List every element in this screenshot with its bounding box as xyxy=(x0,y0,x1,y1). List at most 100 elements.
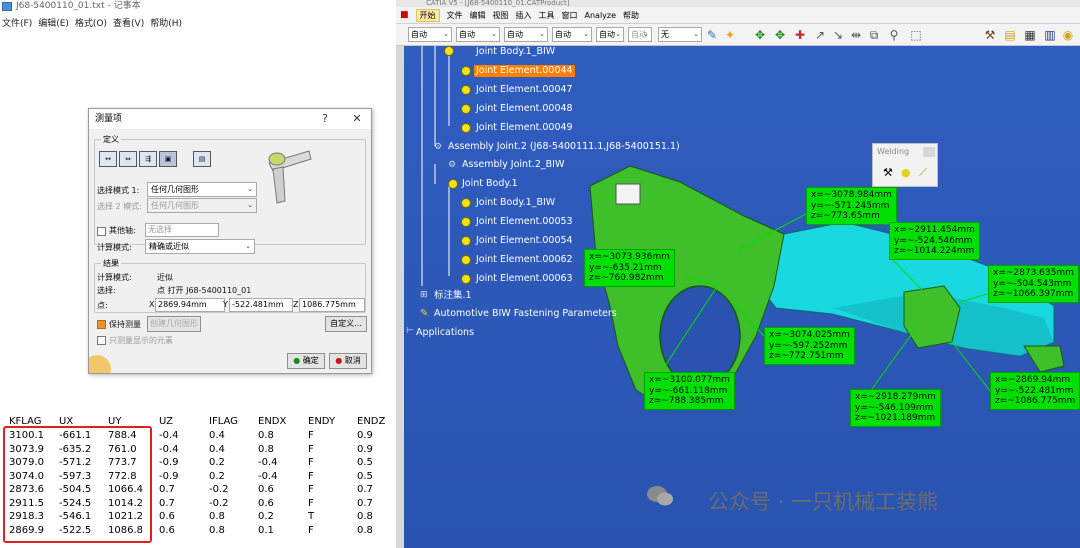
left-scroll-strip[interactable] xyxy=(396,46,404,548)
measure-between-icon[interactable]: ↘ xyxy=(830,27,846,43)
tree-item-joint-element-00054[interactable]: Joint Element.00054 xyxy=(476,235,573,247)
measure-inertia-icon[interactable]: ⧉ xyxy=(866,27,882,43)
column-header: UZ xyxy=(159,416,173,427)
tree-item-joint-element-00063[interactable]: Joint Element.00063 xyxy=(476,273,573,285)
sphere-decoration-icon xyxy=(89,355,111,373)
menu-tools[interactable]: 工具 xyxy=(539,10,555,21)
knowledge-icon[interactable]: ◉ xyxy=(1060,27,1076,43)
weld-point-icon[interactable]: ● xyxy=(901,167,911,179)
weld-line-icon[interactable]: ⟋ xyxy=(919,167,927,179)
measure-thickness-icon[interactable]: ▤ xyxy=(193,151,211,167)
rendering-dropdown[interactable]: 自动 ⌄ xyxy=(628,27,652,42)
paintbrush-icon[interactable]: ✎ xyxy=(704,27,720,43)
create-geometry-button[interactable]: 创建几何图形 xyxy=(147,316,201,332)
table-cell: 0.8 xyxy=(357,511,373,523)
menu-edit[interactable]: 编辑 xyxy=(470,10,486,21)
menu-view[interactable]: 视图 xyxy=(493,10,509,21)
menu-help[interactable]: 帮助(H) xyxy=(150,16,182,29)
y-coordinate-field[interactable]: -522.481mm xyxy=(229,298,293,312)
weld-tool-icon[interactable]: ⚒ xyxy=(883,167,893,179)
coordinate-callout[interactable]: x=~2911.454mm y=~-524.546mm z=~1014.224m… xyxy=(889,222,980,260)
tree-item-assembly-joint-2-biw[interactable]: Assembly Joint.2_BIW xyxy=(462,159,564,171)
catalog-icon[interactable]: ▤ xyxy=(1002,27,1018,43)
menu-edit[interactable]: 编辑(E) xyxy=(38,16,69,29)
format-painter-icon[interactable]: ✦ xyxy=(722,27,738,43)
line-thickness-dropdown[interactable]: 自动 ⌄ xyxy=(504,27,548,42)
coordinate-callout[interactable]: x=~2873.635mm y=~-504.543mm z=~1066.397m… xyxy=(988,265,1079,303)
tree-item-joint-element-00044[interactable]: Joint Element.00044 xyxy=(474,65,575,77)
coordinate-callout[interactable]: x=~3078.984mm y=~-571.245mm z=~773.65mm xyxy=(806,187,897,225)
menu-format[interactable]: 格式(O) xyxy=(75,16,107,29)
normal-view-icon[interactable]: ↗ xyxy=(812,27,828,43)
coordinate-callout[interactable]: x=~3073.936mm y=~-635.21mm z=~760.982mm xyxy=(584,249,675,287)
constraint-icon[interactable]: ⚲ xyxy=(886,27,902,43)
welding-close-icon[interactable] xyxy=(923,147,935,157)
zoom-icon[interactable]: ✚ xyxy=(792,27,808,43)
close-button[interactable]: ✕ xyxy=(347,109,367,129)
measure-item-icon[interactable]: ⇹ xyxy=(848,27,864,43)
keep-measure-checkbox[interactable] xyxy=(97,320,106,329)
measure-between-icon[interactable]: ↔ xyxy=(99,151,117,167)
menu-analyze[interactable]: Analyze xyxy=(585,11,617,20)
table-cell: 0.6 xyxy=(258,484,274,496)
coordinate-callout[interactable]: x=~2918.279mm y=~-546.109mm z=~1021.189m… xyxy=(850,389,941,427)
tree-item-joint-element-00049[interactable]: Joint Element.00049 xyxy=(476,122,573,134)
coordinate-callout[interactable]: x=~2869.94mm y=~-522.481mm z=~1086.775mm xyxy=(990,372,1080,410)
tree-item-annotation-set[interactable]: 标注集.1 xyxy=(434,290,472,302)
tree-item-joint-body-1[interactable]: Joint Body.1 xyxy=(462,178,518,190)
menu-window[interactable]: 窗口 xyxy=(562,10,578,21)
fastening-params-icon: ✎ xyxy=(420,308,429,319)
hide-show-icon[interactable]: ⬚ xyxy=(908,27,924,43)
only-visible-checkbox[interactable] xyxy=(97,336,106,345)
mode2-select[interactable]: 任何几何图形 ⌄ xyxy=(147,198,257,213)
pan-icon[interactable]: ✥ xyxy=(752,27,768,43)
color-dropdown[interactable]: 自动 ⌄ xyxy=(408,27,452,42)
cancel-icon: ● xyxy=(335,356,343,365)
table-cell: 0.6 xyxy=(159,511,175,523)
tree-item-joint-element-00047[interactable]: Joint Element.00047 xyxy=(476,84,573,96)
chart-icon[interactable]: ▥ xyxy=(1042,27,1058,43)
tree-item-joint-body-1-biw[interactable]: Joint Body.1_BIW xyxy=(476,197,555,209)
rotate-icon[interactable]: ✥ xyxy=(772,27,788,43)
z-coordinate-field[interactable]: 1086.775mm xyxy=(299,298,365,312)
joint-element-icon xyxy=(461,66,471,76)
3d-viewport[interactable]: Joint Body.1_BIW Joint Element.00044 Joi… xyxy=(404,46,1080,548)
table-cell: 0.8 xyxy=(258,443,274,455)
menu-view[interactable]: 查看(V) xyxy=(113,16,144,29)
menu-file[interactable]: 文件 xyxy=(447,10,463,21)
tree-item-joint-body-1-biw-top[interactable]: Joint Body.1_BIW xyxy=(476,46,555,58)
menu-file[interactable]: 文件(F) xyxy=(2,16,32,29)
coordinate-callout[interactable]: x=~3100.077mm y=~-661.118mm z=~788.385mm xyxy=(644,372,735,410)
ok-button[interactable]: ● 确定 xyxy=(287,353,325,369)
cancel-button[interactable]: ● 取消 xyxy=(329,353,367,369)
help-button[interactable]: ? xyxy=(315,109,335,129)
line-type-dropdown[interactable]: 自动 ⌄ xyxy=(552,27,592,42)
tree-item-joint-element-00053[interactable]: Joint Element.00053 xyxy=(476,216,573,228)
calc-mode-select[interactable]: 精确或近似 ⌄ xyxy=(145,239,255,254)
point-type-dropdown[interactable]: 自动 ⌄ xyxy=(596,27,624,42)
measure-chain-icon[interactable]: ⇔ xyxy=(119,151,137,167)
tree-item-fastening-parameters[interactable]: Automotive BIW Fastening Parameters xyxy=(434,308,617,320)
tree-item-assembly-joint-2[interactable]: Assembly Joint.2 (J68-5400111.1,J68-5400… xyxy=(448,141,680,153)
layer-dropdown[interactable]: 无 ⌄ xyxy=(658,27,702,42)
other-axis-field[interactable]: 无选择 xyxy=(145,223,219,237)
other-axis-checkbox[interactable] xyxy=(97,227,106,236)
callout-y: y=~-546.109mm xyxy=(855,402,934,413)
tree-item-joint-element-00048[interactable]: Joint Element.00048 xyxy=(476,103,573,115)
coordinate-callout[interactable]: x=~3074.025mm y=~-597.252mm z=~772.751mm xyxy=(764,327,855,365)
measure-item-icon[interactable]: ▣ xyxy=(159,151,177,167)
measure-fan-icon[interactable]: ⇶ xyxy=(139,151,157,167)
menu-insert[interactable]: 插入 xyxy=(516,10,532,21)
table-cell: 0.7 xyxy=(159,497,175,509)
apply-material-icon[interactable]: ⚒ xyxy=(982,27,998,43)
customize-button[interactable]: 自定义... xyxy=(325,316,367,332)
mode1-select[interactable]: 任何几何图形 ⌄ xyxy=(147,182,257,197)
transparency-dropdown[interactable]: 自动 ⌄ xyxy=(456,27,500,42)
table-icon[interactable]: ▦ xyxy=(1022,27,1038,43)
x-coordinate-field[interactable]: 2869.94mm xyxy=(155,298,225,312)
menu-help[interactable]: 帮助 xyxy=(623,10,639,21)
result-calc-mode-value: 近似 xyxy=(157,273,173,282)
tree-item-applications[interactable]: Applications xyxy=(416,327,474,339)
tree-item-joint-element-00062[interactable]: Joint Element.00062 xyxy=(476,254,573,266)
menu-start[interactable]: 开始 xyxy=(415,8,440,22)
